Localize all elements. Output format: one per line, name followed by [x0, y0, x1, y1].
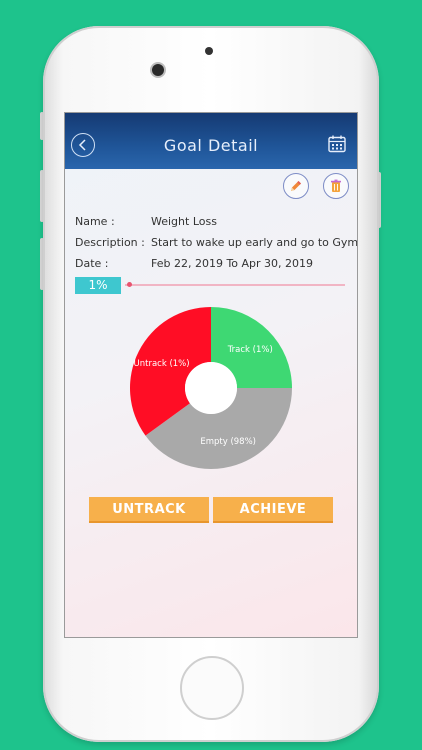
name-label: Name :: [75, 215, 115, 228]
donut-label-0: Track (1%): [227, 345, 273, 355]
calendar-button[interactable]: [327, 134, 347, 154]
date-value: Feb 22, 2019 To Apr 30, 2019: [151, 257, 314, 270]
edit-button[interactable]: [283, 173, 309, 199]
donut-hole: [185, 362, 237, 414]
name-value: Weight Loss: [151, 215, 217, 228]
date-row: Date : Feb 22, 2019 To Apr 30, 2019: [75, 257, 313, 270]
page-title: Goal Detail: [163, 136, 259, 155]
app-screen: Goal Detail Name : Weight Loss Descripti…: [64, 112, 358, 638]
progress-indicator: [127, 282, 133, 287]
trash-icon: [331, 179, 341, 192]
description-row: Description : Start to wake up early and …: [75, 236, 358, 249]
donut-label-2: Untrack (1%): [134, 359, 190, 369]
description-value: Start to wake up early and go to Gym: [151, 236, 358, 249]
date-label: Date :: [75, 257, 109, 270]
name-row: Name : Weight Loss: [75, 215, 217, 228]
achieve-button[interactable]: ACHIEVE: [213, 497, 333, 523]
progress-track: [125, 284, 345, 286]
header-bar: Goal Detail: [65, 113, 357, 169]
donut-label-1: Empty (98%): [200, 437, 256, 447]
progress-badge: 1%: [75, 277, 121, 294]
description-label: Description :: [75, 236, 145, 249]
pencil-icon: [291, 181, 301, 191]
speaker: [205, 47, 213, 55]
home-button[interactable]: [180, 656, 244, 720]
calendar-icon: [328, 135, 346, 153]
front-camera: [152, 64, 164, 76]
progress-donut-chart: Track (1%) Empty (98%) Untrack (1%): [129, 307, 292, 469]
untrack-button[interactable]: UNTRACK: [89, 497, 209, 523]
delete-button[interactable]: [323, 173, 349, 199]
